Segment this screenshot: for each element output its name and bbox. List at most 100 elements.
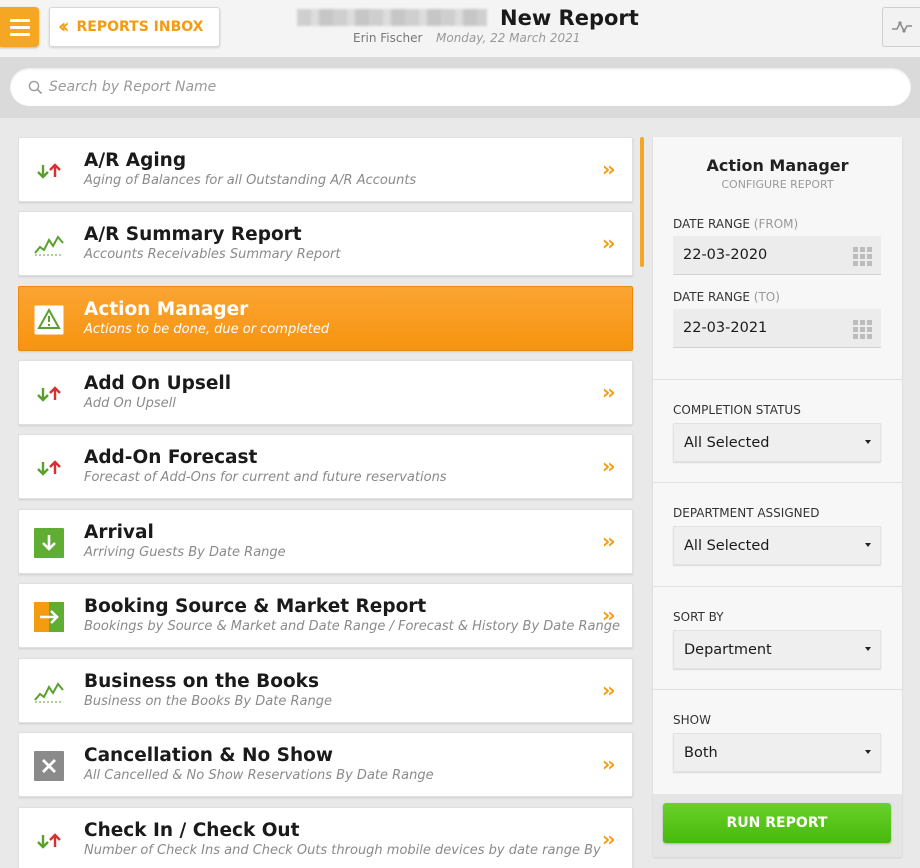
date-to-label-text: DATE RANGE <box>673 290 750 304</box>
trend-line-icon <box>34 230 64 260</box>
run-report-button[interactable]: RUN REPORT <box>663 803 891 843</box>
completion-status-value: All Selected <box>684 434 770 451</box>
report-subtitle: Actions to be done, due or completed <box>84 322 330 337</box>
config-subtitle: CONFIGURE REPORT <box>721 178 834 191</box>
chevron-down-icon <box>865 647 871 651</box>
chevron-down-icon <box>865 750 871 754</box>
report-item-ar-aging[interactable]: A/R Aging Aging of Balances for all Outs… <box>18 137 633 202</box>
report-item-booking-source[interactable]: Booking Source & Market Report Bookings … <box>18 583 633 648</box>
booking-source-icon <box>34 602 64 632</box>
hamburger-menu-button[interactable] <box>0 7 39 47</box>
double-chevron-right-icon: ›› <box>602 603 616 627</box>
up-down-arrows-icon <box>34 156 64 186</box>
sort-by-select[interactable]: Department <box>673 630 881 669</box>
search-bar-container: Search by Report Name <box>0 58 920 118</box>
divider <box>653 482 902 483</box>
activity-graph-icon <box>891 21 912 33</box>
double-chevron-left-icon: ‹‹ <box>58 14 70 38</box>
report-item-add-on-forecast[interactable]: Add-On Forecast Forecast of Add-Ons for … <box>18 434 633 499</box>
up-down-arrows-icon <box>34 379 64 409</box>
report-title: Action Manager <box>84 299 249 320</box>
report-subtitle: Bookings by Source & Market and Date Ran… <box>84 619 620 634</box>
list-scroll-indicator[interactable] <box>640 137 644 267</box>
up-down-arrows-icon <box>34 453 64 483</box>
app-header: ‹‹ REPORTS INBOX New Report Erin Fischer… <box>0 0 920 58</box>
menu-bar <box>9 25 30 29</box>
search-icon <box>28 80 43 94</box>
report-subtitle: Forecast of Add-Ons for current and futu… <box>84 470 447 485</box>
divider <box>653 689 902 690</box>
date-from-label-text: DATE RANGE <box>673 217 750 231</box>
double-chevron-right-icon: ›› <box>602 529 616 553</box>
report-title: Add On Upsell <box>84 373 232 394</box>
report-subtitle: Accounts Receivables Summary Report <box>84 247 341 262</box>
current-date: Monday, 22 March 2021 <box>436 31 581 45</box>
activity-graph-button[interactable] <box>882 7 920 47</box>
date-to-value: 22-03-2021 <box>683 320 768 336</box>
report-subtitle: Number of Check Ins and Check Outs throu… <box>84 843 601 858</box>
date-to-label: DATE RANGE (TO) <box>673 290 780 304</box>
chevron-down-icon <box>865 440 871 444</box>
report-subtitle: Business on the Books By Date Range <box>84 694 332 709</box>
completion-status-label: COMPLETION STATUS <box>673 403 801 417</box>
calendar-icon[interactable] <box>853 320 873 339</box>
report-item-business-on-books[interactable]: Business on the Books Business on the Bo… <box>18 658 633 723</box>
double-chevron-right-icon: ›› <box>602 157 616 181</box>
double-chevron-right-icon: ›› <box>602 827 616 851</box>
arrival-icon <box>34 528 64 558</box>
show-label: SHOW <box>673 713 711 727</box>
warning-icon <box>34 305 64 335</box>
run-report-footer: RUN REPORT <box>653 794 902 857</box>
up-down-arrows-icon <box>34 826 64 856</box>
page-title: New Report <box>500 6 639 30</box>
report-subtitle: Aging of Balances for all Outstanding A/… <box>84 173 417 188</box>
menu-bar <box>9 18 30 22</box>
sort-by-label: SORT BY <box>673 610 724 624</box>
divider <box>653 586 902 587</box>
report-subtitle: Arriving Guests By Date Range <box>84 545 286 560</box>
report-subtitle: Add On Upsell <box>84 396 176 411</box>
report-title: A/R Aging <box>84 150 187 171</box>
chevron-down-icon <box>865 543 871 547</box>
report-title: Check In / Check Out <box>84 820 300 841</box>
reports-inbox-button[interactable]: ‹‹ REPORTS INBOX <box>49 7 220 47</box>
date-from-field[interactable]: 22-03-2020 <box>673 236 881 275</box>
date-from-label: DATE RANGE (FROM) <box>673 217 798 231</box>
department-assigned-label: DEPARTMENT ASSIGNED <box>673 506 820 520</box>
double-chevron-right-icon: ›› <box>602 454 616 478</box>
redacted-property-name <box>297 9 487 26</box>
department-assigned-select[interactable]: All Selected <box>673 526 881 565</box>
double-chevron-right-icon: ›› <box>602 678 616 702</box>
report-title: Arrival <box>84 522 154 543</box>
trend-line-icon <box>34 677 64 707</box>
report-title: Booking Source & Market Report <box>84 596 427 617</box>
show-value: Both <box>684 744 718 761</box>
report-item-cancellation[interactable]: Cancellation & No Show All Cancelled & N… <box>18 732 633 797</box>
report-item-arrival[interactable]: Arrival Arriving Guests By Date Range ›› <box>18 509 633 574</box>
date-to-field[interactable]: 22-03-2021 <box>673 309 881 348</box>
menu-bar <box>9 32 30 36</box>
show-select[interactable]: Both <box>673 733 881 772</box>
user-name: Erin Fischer <box>353 31 423 45</box>
report-item-add-on-upsell[interactable]: Add On Upsell Add On Upsell ›› <box>18 360 633 425</box>
report-subtitle: All Cancelled & No Show Reservations By … <box>84 768 434 783</box>
report-item-ar-summary[interactable]: A/R Summary Report Accounts Receivables … <box>18 211 633 276</box>
date-from-value: 22-03-2020 <box>683 247 768 263</box>
reports-inbox-label: REPORTS INBOX <box>76 19 204 35</box>
search-placeholder: Search by Report Name <box>49 79 217 95</box>
report-title: Business on the Books <box>84 671 319 692</box>
report-item-action-manager[interactable]: Action Manager Actions to be done, due o… <box>18 286 633 351</box>
configure-report-panel: Action Manager CONFIGURE REPORT DATE RAN… <box>653 137 902 857</box>
date-to-hint: (TO) <box>753 290 780 304</box>
cancel-icon <box>34 751 64 781</box>
completion-status-select[interactable]: All Selected <box>673 423 881 462</box>
date-from-hint: (FROM) <box>753 217 799 231</box>
report-list: A/R Aging Aging of Balances for all Outs… <box>18 137 634 868</box>
config-title: Action Manager <box>706 156 849 175</box>
calendar-icon[interactable] <box>853 247 873 266</box>
report-item-check-in-out[interactable]: Check In / Check Out Number of Check Ins… <box>18 807 633 868</box>
sort-by-value: Department <box>684 641 772 658</box>
search-input[interactable]: Search by Report Name <box>10 68 911 106</box>
double-chevron-right-icon: ›› <box>602 380 616 404</box>
report-title: A/R Summary Report <box>84 224 302 245</box>
